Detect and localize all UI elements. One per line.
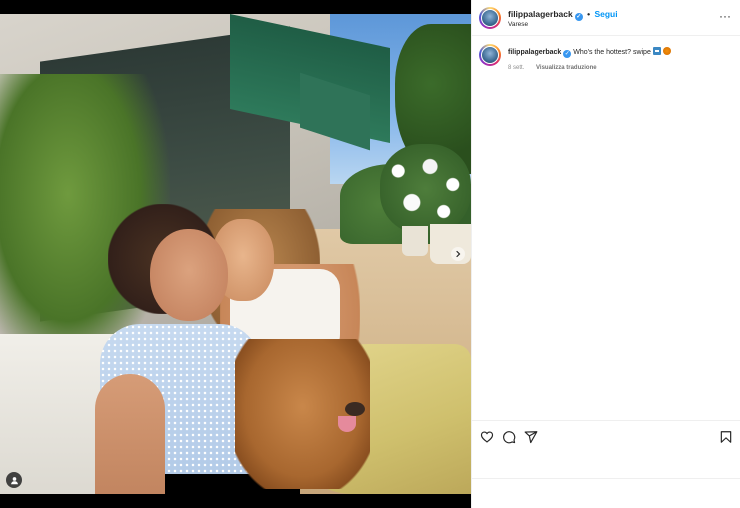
instagram-post-modal: filippalagerback ✓ • Segui Varese ··· fil… [0,0,740,508]
dog-nose [345,402,365,416]
avatar-image [481,46,499,64]
add-comment-area [472,478,740,508]
follow-button[interactable]: Segui [594,9,617,19]
post-username-row: filippalagerback ✓ • Segui [508,9,618,21]
send-icon[interactable] [524,430,538,444]
caption-avatar[interactable] [479,44,501,66]
chevron-right-icon [456,250,461,258]
girl-face [150,229,228,321]
profile-avatar[interactable] [479,7,501,29]
arm [95,374,165,494]
see-translation-link[interactable]: Visualizza traduzione [536,65,597,71]
caption-meta: 8 sett. Visualizza traduzione [508,65,597,71]
post-location[interactable]: Varese [508,21,528,28]
user-tag-icon [10,476,18,484]
hotdog-emoji [662,47,671,55]
tagged-users-button[interactable] [6,472,22,488]
verified-badge-icon: ✓ [574,13,583,21]
caption-username[interactable]: filippalagerback [508,49,561,56]
action-bar [472,420,740,452]
avatar-image [481,9,499,27]
comment-icon[interactable] [502,430,516,444]
post-age[interactable]: 8 sett. [508,65,524,71]
heart-icon[interactable] [480,430,494,444]
bookmark-icon[interactable] [719,430,733,444]
post-side-panel: filippalagerback ✓ • Segui Varese ··· fil… [471,0,740,508]
dog-tongue [338,416,356,432]
post-header: filippalagerback ✓ • Segui Varese ··· [472,0,740,36]
flower-pot [402,226,428,256]
post-username[interactable]: filippalagerback [508,9,573,19]
more-options-button[interactable]: ··· [719,10,731,22]
caption-text-row: filippalagerback ✓ Who's the hottest? swi… [508,47,671,58]
verified-badge-icon: ✓ [563,50,572,58]
caption-text: Who's the hottest? swipe [573,49,651,56]
next-photo-button[interactable] [451,247,465,261]
post-photo[interactable] [0,14,471,494]
flower-bush [380,144,471,234]
right-arrow-emoji [652,47,661,55]
flower-pot [430,224,471,264]
post-media [0,0,471,508]
separator: • [587,9,591,19]
